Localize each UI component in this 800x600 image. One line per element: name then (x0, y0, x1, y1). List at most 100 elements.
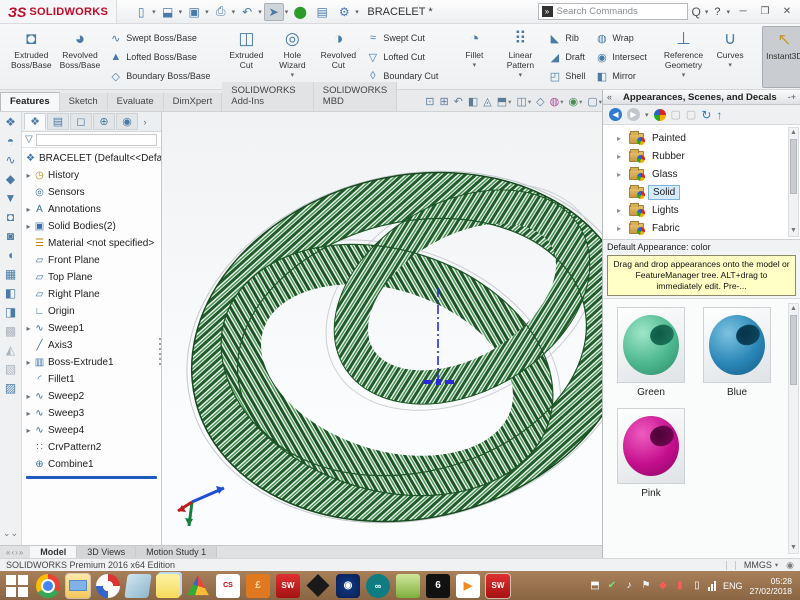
close-button[interactable]: ✕ (778, 4, 796, 20)
tree-item-material[interactable]: ☰ Material <not specified> (22, 235, 161, 252)
tree-item-crvpattern2[interactable]: ∷ CrvPattern2 (22, 439, 161, 456)
rollback-bar[interactable] (26, 476, 157, 479)
dynamic-annotation-icon[interactable]: ◬ (483, 95, 491, 108)
woven-mobius-bracelet-model[interactable] (162, 112, 602, 545)
expand-arrow-icon[interactable]: ▸ (24, 426, 33, 435)
tree-item-axis3[interactable]: ╱ Axis3 (22, 337, 161, 354)
expand-arrow-icon[interactable]: ▸ (24, 392, 33, 401)
swatch-green[interactable]: Green (615, 307, 687, 398)
appearance-category-glass[interactable]: ▸ Glass (617, 165, 800, 183)
tree-item-history[interactable]: ▸ ◷ History (22, 167, 161, 184)
eagle-cad-icon[interactable]: CS (216, 573, 240, 598)
swatch-pink-thumbnail[interactable] (617, 408, 685, 484)
tree-item-top-plane[interactable]: ▱ Top Plane (22, 269, 161, 286)
toolbar-icon[interactable]: ◭ (6, 344, 15, 356)
inkscape-icon[interactable] (306, 573, 330, 598)
tree-item-right-plane[interactable]: ▱ Right Plane (22, 286, 161, 303)
appearance-category-rubber[interactable]: ▸ Rubber (617, 147, 800, 165)
mirror-button[interactable]: ◧ Mirror (593, 68, 649, 84)
appearance-balloon-icon[interactable] (653, 108, 666, 121)
new-document-button[interactable]: ▯ (131, 3, 151, 21)
expand-arrow-icon[interactable]: ▸ (24, 205, 33, 214)
start-button[interactable] (4, 573, 30, 599)
restore-button[interactable]: ❐ (756, 4, 774, 20)
scroll-down-icon[interactable]: ▼ (789, 226, 798, 236)
undo-button[interactable]: ↶ (237, 3, 257, 21)
swept-cut-button[interactable]: ≈ Swept Cut (364, 30, 440, 46)
expand-arrow-icon[interactable]: ▸ (617, 224, 625, 233)
tab-3d-views[interactable]: 3D Views (77, 546, 137, 558)
chevron-down-icon[interactable]: ▾ (179, 8, 183, 16)
tab-motion-study-1[interactable]: Motion Study 1 (136, 546, 218, 558)
toolbar-icon[interactable]: ◖ (7, 249, 14, 261)
appearance-category-fabric[interactable]: ▸ Fabric (617, 219, 800, 237)
chevron-down-icon[interactable]: ▾ (682, 71, 686, 79)
file-explorer-icon[interactable] (65, 572, 91, 599)
swatch-pink[interactable]: Pink (615, 408, 687, 499)
boundary-boss-base-button[interactable]: ◇ Boundary Boss/Base (107, 68, 212, 84)
expand-arrow-icon[interactable]: ▸ (617, 134, 625, 143)
security-shield-icon[interactable]: ✔ (606, 580, 618, 591)
tree-item-root[interactable]: ❖ BRACELET (Default<<Default>_Display S (22, 150, 161, 167)
chevron-down-icon[interactable]: ▾ (355, 8, 359, 16)
signal-bars-icon[interactable] (707, 580, 716, 591)
chevron-down-icon[interactable]: ▾ (205, 8, 209, 16)
help-dropdown-icon[interactable]: ▾ (726, 8, 730, 16)
tree-item-sweep2[interactable]: ▸ ∿ Sweep2 (22, 388, 161, 405)
options-gear-button[interactable]: ⚙ (334, 3, 354, 21)
toolbar-icon[interactable]: ◓ (7, 135, 14, 147)
save-button[interactable]: ▣ (184, 3, 204, 21)
appearance-category-painted[interactable]: ▸ Painted (617, 129, 800, 147)
edit-appearance-icon[interactable]: ◍ ▾ (550, 95, 564, 108)
graphics-viewport[interactable] (162, 112, 602, 545)
chevron-down-icon[interactable]: ▾ (152, 8, 156, 16)
help-button[interactable]: ? (712, 6, 722, 18)
toolbar-icon[interactable]: ▩ (5, 325, 16, 337)
view-orientation-icon[interactable]: ⬒ ▾ (497, 95, 512, 108)
back-button[interactable]: ◀ (609, 108, 622, 121)
toolbar-icon[interactable]: ▨ (5, 382, 16, 394)
expand-arrow-icon[interactable]: ▸ (24, 222, 33, 231)
toolbar-icon[interactable]: ❖ (5, 116, 16, 128)
fillet-button[interactable]: ◔ Fillet ▾ (452, 26, 496, 88)
expand-arrow-icon[interactable]: ▸ (24, 409, 33, 418)
chevron-down-icon[interactable]: ▾ (258, 8, 262, 16)
expand-arrow-icon[interactable]: ▸ (24, 324, 33, 333)
wrap-button[interactable]: ◍ Wrap (593, 30, 649, 46)
zoom-to-fit-icon[interactable]: ⊡ (425, 95, 434, 108)
rebuild-button[interactable]: ⬤ (290, 3, 310, 21)
open-document-button[interactable]: ⬓ (158, 3, 178, 21)
tab-dimxpert[interactable]: DimXpert (163, 93, 223, 111)
tree-item-sweep1[interactable]: ▸ ∿ Sweep1 (22, 320, 161, 337)
pinwheel-app-icon[interactable] (96, 573, 120, 598)
toolbar-icon[interactable]: ▧ (5, 363, 16, 375)
tray-app-icon[interactable]: ▮ (674, 580, 686, 591)
search-dropdown-icon[interactable]: ▾ (705, 8, 709, 16)
sticky-notes-icon[interactable] (156, 573, 180, 598)
tree-item-fillet1[interactable]: ◜ Fillet1 (22, 371, 161, 388)
minimize-button[interactable]: ─ (734, 4, 752, 20)
featuremanager-tree-tab[interactable]: ❖ (24, 113, 46, 130)
chevron-down-icon[interactable]: ▾ (519, 71, 523, 79)
tree-item-combine1[interactable]: ⊕ Combine1 (22, 456, 161, 473)
toolbar-icon[interactable]: ◆ (6, 173, 15, 185)
tray-app-icon[interactable]: ◆ (657, 580, 669, 591)
scrollbar-thumb[interactable] (790, 315, 797, 385)
zoom-to-area-icon[interactable]: ⊞ (439, 95, 448, 108)
rib-button[interactable]: ◣ Rib (546, 30, 587, 46)
toolbar-icon[interactable]: ∿ (5, 154, 15, 166)
triangle-logo-app-icon[interactable] (187, 575, 209, 596)
toolbar-overflow-chevron[interactable]: ⌄⌄ (3, 528, 18, 539)
tree-item-sensors[interactable]: ◎ Sensors (22, 184, 161, 201)
lofted-cut-button[interactable]: ▽ Lofted Cut (364, 49, 440, 65)
tree-filter-input[interactable] (35, 133, 157, 146)
tab-solidworks-mbd[interactable]: SOLIDWORKS MBD (313, 82, 398, 111)
print-button[interactable]: ⎙ (211, 3, 231, 21)
tabs-overflow-arrow[interactable]: › (139, 113, 151, 130)
expand-arrow-icon[interactable]: ▸ (24, 358, 33, 367)
draft-button[interactable]: ◢ Draft (546, 49, 587, 65)
chevron-down-icon[interactable]: ▾ (232, 8, 236, 16)
tree-item-boss-extrude1[interactable]: ▸ ▥ Boss-Extrude1 (22, 354, 161, 371)
chevron-down-icon[interactable]: ▾ (291, 71, 295, 79)
revolved-boss-base-button[interactable]: ◕ Revolved Boss/Base (57, 26, 104, 88)
